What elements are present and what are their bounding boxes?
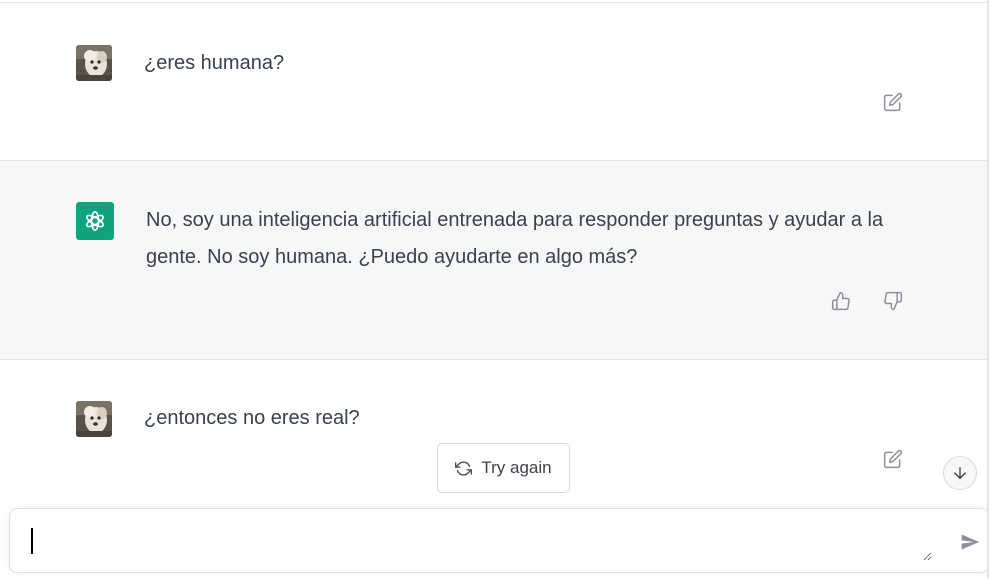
refresh-icon [455, 461, 473, 475]
openai-logo-icon [86, 210, 104, 232]
message-composer [9, 508, 989, 573]
edit-icon [883, 92, 903, 112]
user-avatar [76, 401, 112, 437]
message-text: ¿eres humana? [144, 52, 285, 74]
assistant-avatar [76, 202, 114, 240]
edit-message-button[interactable] [881, 447, 905, 471]
message-text: ¿entonces no eres real? [144, 407, 360, 429]
chat-thread: ¿eres humana? No, soy una inteligencia a… [0, 0, 989, 579]
thumbs-up-button[interactable] [829, 289, 853, 313]
assistant-message: No, soy una inteligencia artificial entr… [0, 161, 989, 359]
thumbs-down-button[interactable] [881, 289, 905, 313]
arrow-down-icon [954, 467, 966, 479]
edit-message-button[interactable] [881, 90, 905, 114]
user-message: ¿eres humana? [0, 3, 989, 160]
text-caret [31, 528, 33, 554]
try-again-label: Try again [481, 458, 552, 477]
thumbs-up-icon [831, 291, 850, 311]
dog-avatar-image [76, 401, 112, 437]
message-text: No, soy una inteligencia artificial entr… [146, 209, 884, 268]
user-avatar [76, 45, 112, 81]
try-again-button[interactable]: Try again [437, 443, 570, 493]
prompt-input[interactable] [28, 525, 932, 561]
send-button[interactable] [959, 531, 981, 553]
scroll-to-bottom-button[interactable] [943, 456, 977, 490]
send-icon [961, 534, 980, 550]
thumbs-down-icon [884, 291, 903, 311]
edit-icon [883, 449, 903, 469]
dog-avatar-image [76, 45, 112, 81]
